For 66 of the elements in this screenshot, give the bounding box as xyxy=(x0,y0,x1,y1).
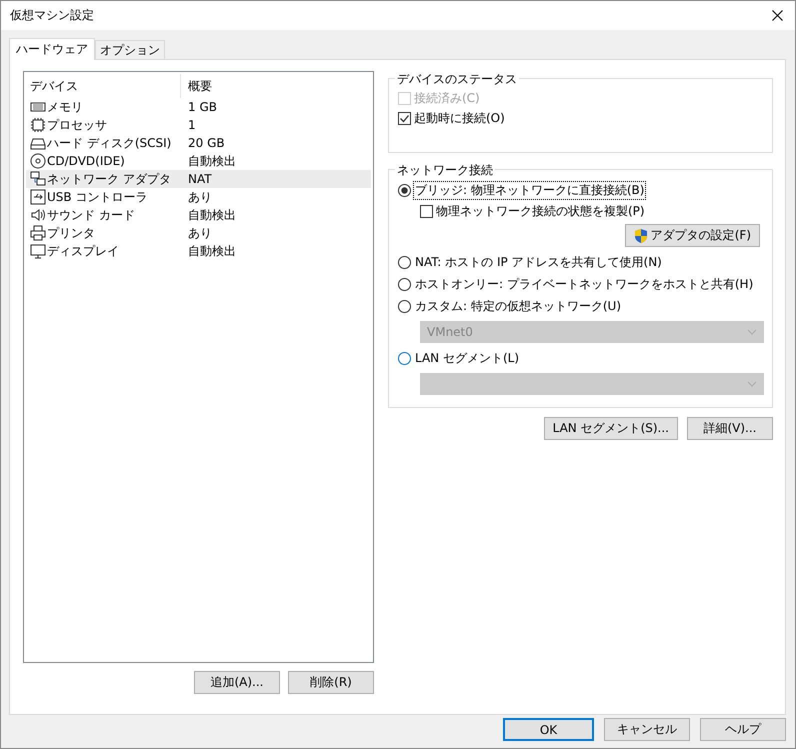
chevron-down-icon xyxy=(747,329,757,335)
device-name: プロセッサ xyxy=(47,116,107,134)
usb-icon xyxy=(30,189,46,205)
adapter-settings-button[interactable]: アダプタの設定(F) xyxy=(624,224,760,247)
device-summary: あり xyxy=(187,224,213,242)
device-name: ハード ディスク(SCSI) xyxy=(47,134,172,152)
column-header[interactable]: デバイス xyxy=(26,74,180,98)
monitor-icon xyxy=(30,243,46,259)
shield-icon xyxy=(634,228,648,244)
checkbox[interactable] xyxy=(420,204,433,218)
advanced-button[interactable]: 詳細(V)... xyxy=(687,417,773,440)
device-name: プリンタ xyxy=(47,224,95,242)
column-header[interactable]: 概要 xyxy=(180,74,373,98)
device-row[interactable]: プロセッサ 1 xyxy=(26,116,371,134)
radio-button[interactable] xyxy=(398,184,411,196)
device-summary: 20 GB xyxy=(187,136,226,150)
device-summary: 自動検出 xyxy=(187,206,237,224)
speaker-icon xyxy=(30,207,46,223)
device-summary: 1 xyxy=(187,118,197,132)
group-title: ネットワーク接続 xyxy=(395,162,495,179)
radio-option[interactable]: LAN セグメント(L) xyxy=(398,347,522,369)
radio-option[interactable]: ホストオンリー: プライベートネットワークをホストと共有(H) xyxy=(398,273,756,295)
device-summary: 自動検出 xyxy=(187,152,237,170)
network-icon xyxy=(30,171,46,187)
processor-chip-icon xyxy=(30,117,46,133)
group-title: デバイスのステータス xyxy=(395,71,519,88)
window-title: 仮想マシン設定 xyxy=(10,7,94,24)
device-summary: 自動検出 xyxy=(187,242,237,260)
device-row[interactable]: ハード ディスク(SCSI) 20 GB xyxy=(26,134,371,152)
radio-option[interactable]: カスタム: 特定の仮想ネットワーク(U) xyxy=(398,295,624,317)
chevron-down-icon xyxy=(747,381,757,387)
checkbox-option[interactable]: 起動時に接続(O) xyxy=(398,108,505,128)
device-summary: 1 GB xyxy=(187,100,218,114)
tab[interactable]: ハードウェア xyxy=(9,38,95,60)
device-row[interactable]: サウンド カード 自動検出 xyxy=(26,206,371,224)
disc-icon xyxy=(30,153,46,169)
device-summary: NAT xyxy=(187,172,213,186)
help-button[interactable]: ヘルプ xyxy=(700,718,786,741)
device-row[interactable]: ディスプレイ 自動検出 xyxy=(26,242,371,260)
close-icon[interactable] xyxy=(772,10,783,21)
radio-button[interactable] xyxy=(398,256,411,268)
device-row[interactable]: メモリ 1 GB xyxy=(26,98,371,116)
cancel-button[interactable]: キャンセル xyxy=(604,718,690,741)
lan-segment-button[interactable]: LAN セグメント(S)... xyxy=(544,417,678,440)
device-name: メモリ xyxy=(47,98,83,116)
ok-button[interactable]: OK xyxy=(503,718,594,741)
checkbox[interactable] xyxy=(398,112,411,124)
add-button[interactable]: 追加(A)... xyxy=(194,671,280,694)
radio-option[interactable]: NAT: ホストの IP アドレスを共有して使用(N) xyxy=(398,251,664,273)
checkbox-option[interactable]: 物理ネットワーク接続の状態を複製(P) xyxy=(420,201,645,221)
radio-button[interactable] xyxy=(398,300,411,312)
device-row[interactable]: CD/DVD(IDE) 自動検出 xyxy=(26,152,371,170)
radio-button[interactable] xyxy=(398,352,411,364)
device-name: ディスプレイ xyxy=(47,242,119,260)
device-name: USB コントローラ xyxy=(47,188,148,206)
tab[interactable]: オプション xyxy=(95,40,165,59)
device-name: CD/DVD(IDE) xyxy=(47,154,125,168)
device-name: ネットワーク アダプタ xyxy=(47,170,171,188)
printer-icon xyxy=(30,225,46,241)
device-row[interactable]: ネットワーク アダプタ NAT xyxy=(26,170,371,188)
remove-button[interactable]: 削除(R) xyxy=(288,671,374,694)
device-row[interactable]: プリンタ あり xyxy=(26,224,371,242)
device-name: サウンド カード xyxy=(47,206,135,224)
device-summary: あり xyxy=(187,188,213,206)
radio-button[interactable] xyxy=(398,278,411,290)
device-row[interactable]: USB コントローラ あり xyxy=(26,188,371,206)
